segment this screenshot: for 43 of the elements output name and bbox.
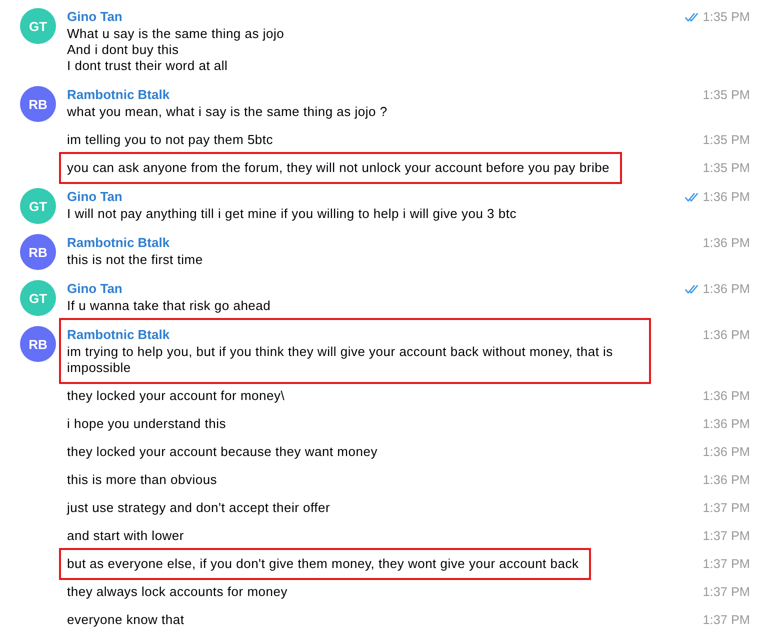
message-time: 1:37 PM [702,584,750,600]
message-text: i hope you understand this [67,416,226,432]
message-time: 1:37 PM [702,612,750,628]
sender-name[interactable]: Gino Tan [67,280,271,298]
message-text: just use strategy and don't accept their offer [67,500,330,516]
message-time: 1:36 PM [702,235,750,251]
message-time: 1:36 PM [702,388,750,404]
message-text: im telling you to not pay them 5btc [67,132,274,148]
sender-name[interactable]: Rambotnic Btalk [67,326,639,344]
message-text: and start with lower [67,528,184,544]
message-text: what you mean, what i say is the same thing as jojo ? [67,104,388,120]
message-text: What u say is the same thing as jojo And i dont buy this I dont trust their word at all [67,26,284,74]
message-time: 1:35 PM [702,160,750,176]
message-time: 1:36 PM [702,327,750,343]
avatar[interactable]: RB [20,234,56,270]
message-text: you can ask anyone from the forum, they will not unlock your account before you pay bribe [67,160,610,176]
message-text: this is not the first time [67,252,203,268]
message-text: im trying to help you, but if you think they will give your account back without money, that is impossible [67,344,614,376]
message-text: but as everyone else, if you don't give them money, they wont give your account back [67,556,579,572]
avatar[interactable]: RB [20,86,56,122]
message-time: 1:35 PM [702,132,750,148]
message-time: 1:35 PM [702,87,750,103]
message-time: 1:37 PM [702,556,750,572]
message-time: 1:37 PM [702,528,750,544]
sender-name[interactable]: Gino Tan [67,8,284,26]
message-time: 1:37 PM [702,500,750,516]
message-text: they locked your account because they want money [67,444,378,460]
message-text: they locked your account for money\ [67,388,285,404]
message-text: I will not pay anything till i get mine if you willing to help i will give you 3 btc [67,206,516,222]
message-time: 1:36 PM [702,416,750,432]
message-time: 1:35 PM [702,9,750,25]
message-time: 1:36 PM [702,472,750,488]
message-text: everyone know that [67,612,184,628]
avatar[interactable]: RB [20,326,56,362]
sender-name[interactable]: Rambotnic Btalk [67,86,388,104]
sender-name[interactable]: Rambotnic Btalk [67,234,203,252]
message-text: If u wanna take that risk go ahead [67,298,271,314]
message-text: this is more than obvious [67,472,218,488]
message-time: 1:36 PM [702,189,750,205]
sender-name[interactable]: Gino Tan [67,188,516,206]
message-time: 1:36 PM [702,444,750,460]
message-text: they always lock accounts for money [67,584,288,600]
message-time: 1:36 PM [702,281,750,297]
